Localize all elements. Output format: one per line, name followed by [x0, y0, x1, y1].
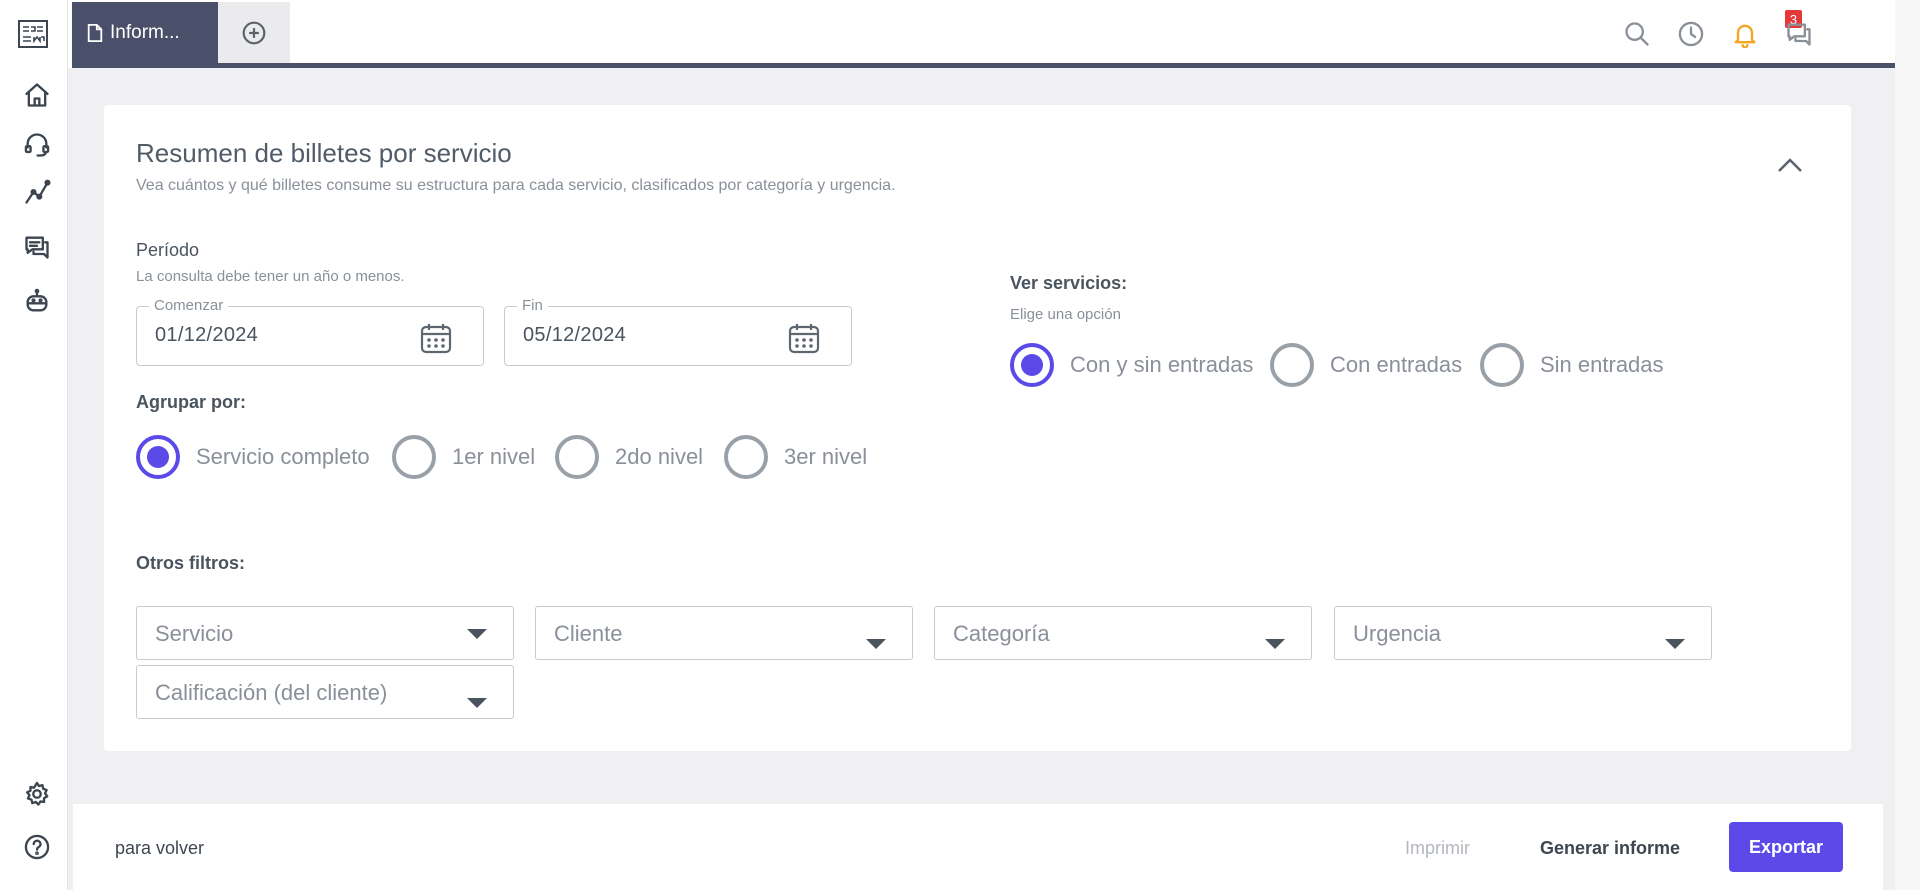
- end-date-value: 05/12/2024: [523, 324, 627, 346]
- start-date-value: 01/12/2024: [155, 324, 259, 346]
- calendar-icon[interactable]: [419, 321, 453, 355]
- radio-label: 1er nivel: [452, 444, 536, 469]
- radio-circle: [1270, 343, 1314, 387]
- radio-circle: [1480, 343, 1524, 387]
- view-services-hint: Elige una opción: [1010, 306, 1121, 323]
- caret-down-icon: [467, 698, 487, 708]
- urgency-select[interactable]: Urgencia: [1334, 606, 1712, 660]
- page-subtitle: Vea cuántos y qué billetes consume su es…: [136, 177, 896, 194]
- radio-label: 2do nivel: [615, 444, 704, 469]
- generate-report-button[interactable]: Generar informe: [1540, 838, 1680, 859]
- tab-label: Inform...: [110, 22, 180, 43]
- group-radio-level-2[interactable]: 2do nivel: [555, 435, 703, 479]
- end-date-legend: Fin: [517, 297, 548, 314]
- service-select[interactable]: Servicio: [136, 606, 514, 660]
- document-icon: [87, 24, 103, 42]
- rating-select[interactable]: Calificación (del cliente): [136, 665, 514, 719]
- sidebar: [0, 0, 68, 890]
- gear-icon[interactable]: [22, 779, 52, 809]
- select-placeholder: Calificación (del cliente): [155, 680, 388, 705]
- page-title: Resumen de billetes por servicio: [136, 138, 512, 168]
- radio-label: Sin entradas: [1540, 352, 1664, 377]
- radio-label: 3er nivel: [784, 444, 868, 469]
- end-date-field[interactable]: Fin 05/12/2024: [504, 297, 852, 366]
- add-tab-button[interactable]: [218, 2, 290, 64]
- calendar-icon[interactable]: [787, 321, 821, 355]
- tab-underline: [72, 63, 1895, 68]
- history-icon[interactable]: [1674, 17, 1708, 51]
- radio-circle: [1010, 343, 1054, 387]
- search-icon[interactable]: [1620, 17, 1654, 51]
- period-hint: La consulta debe tener un año o menos.: [136, 268, 405, 285]
- select-placeholder: Cliente: [554, 621, 623, 646]
- home-icon[interactable]: [22, 80, 52, 110]
- start-date-field[interactable]: Comenzar 01/12/2024: [136, 297, 484, 366]
- bell-icon[interactable]: [1728, 17, 1762, 51]
- select-placeholder: Categoría: [953, 621, 1050, 646]
- logo-icon[interactable]: [17, 18, 49, 50]
- caret-down-icon: [1265, 639, 1285, 649]
- chat-icon[interactable]: [1782, 17, 1816, 51]
- scrollbar[interactable]: [1895, 0, 1920, 890]
- select-placeholder: Servicio: [155, 621, 234, 646]
- chat-icon[interactable]: [22, 232, 52, 262]
- plus-circle-icon: [242, 21, 266, 45]
- category-select[interactable]: Categoría: [934, 606, 1312, 660]
- other-filters-label: Otros filtros:: [136, 553, 246, 573]
- radio-circle: [392, 435, 436, 479]
- tab-report[interactable]: Inform...: [72, 2, 218, 64]
- view-radio-with-without[interactable]: Con y sin entradas: [1010, 343, 1253, 387]
- start-date-legend: Comenzar: [149, 297, 229, 314]
- group-by-label: Agrupar por:: [136, 392, 246, 412]
- chevron-up-icon: [1778, 158, 1802, 172]
- print-button[interactable]: Imprimir: [1405, 838, 1470, 859]
- group-radio-full-service[interactable]: Servicio completo: [136, 435, 370, 479]
- help-icon[interactable]: [22, 832, 52, 862]
- view-radio-without[interactable]: Sin entradas: [1480, 343, 1664, 387]
- action-bar: para volver Imprimir Generar informe Exp…: [73, 804, 1883, 890]
- collapse-button[interactable]: [1772, 153, 1808, 177]
- period-label: Período: [136, 240, 200, 260]
- radio-circle: [724, 435, 768, 479]
- radio-label: Servicio completo: [196, 444, 370, 469]
- headset-icon[interactable]: [22, 130, 52, 160]
- group-radio-level-1[interactable]: 1er nivel: [392, 435, 535, 479]
- caret-down-icon: [467, 629, 487, 639]
- caret-down-icon: [1665, 639, 1685, 649]
- back-link[interactable]: para volver: [115, 838, 204, 859]
- report-filters-card: Resumen de billetes por servicio Vea cuá…: [104, 105, 1851, 751]
- export-button[interactable]: Exportar: [1729, 822, 1843, 872]
- radio-label: Con entradas: [1330, 352, 1463, 377]
- client-select[interactable]: Cliente: [535, 606, 913, 660]
- caret-down-icon: [866, 639, 886, 649]
- view-radio-with[interactable]: Con entradas: [1270, 343, 1462, 387]
- bot-icon[interactable]: [22, 286, 52, 316]
- radio-label: Con y sin entradas: [1070, 352, 1254, 377]
- view-services-label: Ver servicios:: [1010, 273, 1128, 293]
- group-radio-level-3[interactable]: 3er nivel: [724, 435, 867, 479]
- top-bar: Inform... 3: [68, 0, 1920, 68]
- select-placeholder: Urgencia: [1353, 621, 1442, 646]
- radio-circle: [555, 435, 599, 479]
- radio-circle: [136, 435, 180, 479]
- chart-line-icon[interactable]: [22, 177, 52, 207]
